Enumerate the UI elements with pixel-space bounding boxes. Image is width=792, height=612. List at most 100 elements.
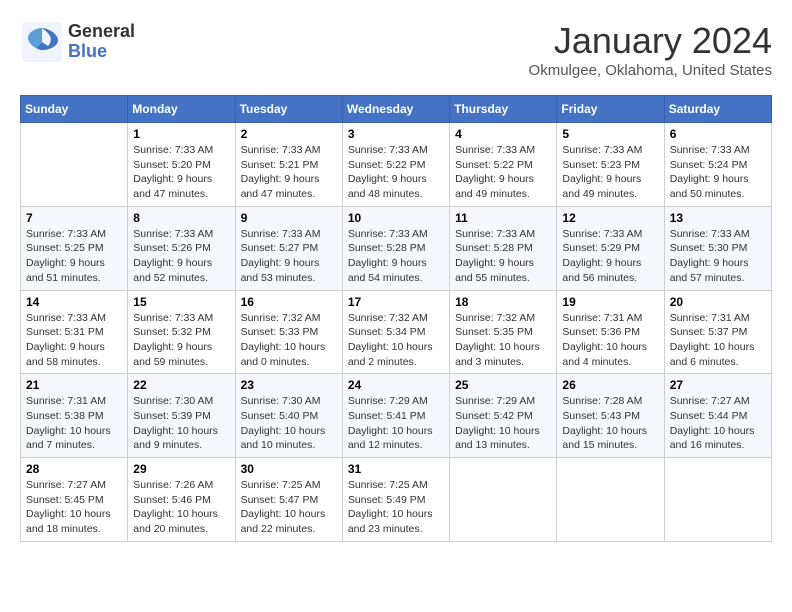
calendar-cell: 23 Sunrise: 7:30 AM Sunset: 5:40 PM Dayli… — [235, 374, 342, 458]
day-number: 17 — [348, 295, 444, 309]
day-number: 28 — [26, 462, 122, 476]
day-info: Sunrise: 7:32 AM Sunset: 5:33 PM Dayligh… — [241, 311, 337, 370]
day-info: Sunrise: 7:33 AM Sunset: 5:26 PM Dayligh… — [133, 227, 229, 286]
calendar-week-row: 7 Sunrise: 7:33 AM Sunset: 5:25 PM Daylig… — [21, 206, 772, 290]
day-number: 14 — [26, 295, 122, 309]
day-info: Sunrise: 7:27 AM Sunset: 5:44 PM Dayligh… — [670, 394, 766, 453]
day-info: Sunrise: 7:25 AM Sunset: 5:49 PM Dayligh… — [348, 478, 444, 537]
day-info: Sunrise: 7:30 AM Sunset: 5:40 PM Dayligh… — [241, 394, 337, 453]
day-number: 16 — [241, 295, 337, 309]
calendar-cell: 17 Sunrise: 7:32 AM Sunset: 5:34 PM Dayli… — [342, 290, 449, 374]
day-number: 23 — [241, 378, 337, 392]
logo-general: General — [68, 22, 135, 42]
location: Okmulgee, Oklahoma, United States — [529, 62, 772, 79]
calendar-cell — [557, 458, 664, 542]
logo-text: General Blue — [68, 22, 135, 62]
calendar-body: 1 Sunrise: 7:33 AM Sunset: 5:20 PM Daylig… — [21, 123, 772, 542]
calendar-cell: 2 Sunrise: 7:33 AM Sunset: 5:21 PM Daylig… — [235, 123, 342, 207]
calendar-cell: 10 Sunrise: 7:33 AM Sunset: 5:28 PM Dayli… — [342, 206, 449, 290]
calendar-cell: 11 Sunrise: 7:33 AM Sunset: 5:28 PM Dayli… — [450, 206, 557, 290]
calendar-day-header: Sunday — [21, 96, 128, 123]
calendar-day-header: Wednesday — [342, 96, 449, 123]
calendar-cell — [21, 123, 128, 207]
day-info: Sunrise: 7:33 AM Sunset: 5:22 PM Dayligh… — [455, 143, 551, 202]
day-info: Sunrise: 7:33 AM Sunset: 5:28 PM Dayligh… — [348, 227, 444, 286]
day-info: Sunrise: 7:33 AM Sunset: 5:25 PM Dayligh… — [26, 227, 122, 286]
day-number: 19 — [562, 295, 658, 309]
calendar-cell: 18 Sunrise: 7:32 AM Sunset: 5:35 PM Dayli… — [450, 290, 557, 374]
day-info: Sunrise: 7:32 AM Sunset: 5:35 PM Dayligh… — [455, 311, 551, 370]
day-info: Sunrise: 7:33 AM Sunset: 5:20 PM Dayligh… — [133, 143, 229, 202]
day-info: Sunrise: 7:33 AM Sunset: 5:22 PM Dayligh… — [348, 143, 444, 202]
calendar-week-row: 14 Sunrise: 7:33 AM Sunset: 5:31 PM Dayli… — [21, 290, 772, 374]
calendar-day-header: Friday — [557, 96, 664, 123]
day-info: Sunrise: 7:31 AM Sunset: 5:38 PM Dayligh… — [26, 394, 122, 453]
day-info: Sunrise: 7:33 AM Sunset: 5:23 PM Dayligh… — [562, 143, 658, 202]
calendar-day-header: Tuesday — [235, 96, 342, 123]
day-number: 3 — [348, 127, 444, 141]
day-info: Sunrise: 7:31 AM Sunset: 5:37 PM Dayligh… — [670, 311, 766, 370]
calendar-cell: 27Sunrise: 7:27 AM Sunset: 5:44 PM Dayli… — [664, 374, 771, 458]
day-info: Sunrise: 7:32 AM Sunset: 5:34 PM Dayligh… — [348, 311, 444, 370]
calendar-cell: 8Sunrise: 7:33 AM Sunset: 5:26 PM Daylig… — [128, 206, 235, 290]
calendar-cell: 9 Sunrise: 7:33 AM Sunset: 5:27 PM Daylig… — [235, 206, 342, 290]
day-number: 21 — [26, 378, 122, 392]
day-number: 7 — [26, 211, 122, 225]
calendar-header-row: SundayMondayTuesdayWednesdayThursdayFrid… — [21, 96, 772, 123]
calendar-cell: 16 Sunrise: 7:32 AM Sunset: 5:33 PM Dayli… — [235, 290, 342, 374]
day-number: 25 — [455, 378, 551, 392]
day-info: Sunrise: 7:30 AM Sunset: 5:39 PM Dayligh… — [133, 394, 229, 453]
day-number: 5 — [562, 127, 658, 141]
day-number: 13 — [670, 211, 766, 225]
day-number: 22 — [133, 378, 229, 392]
day-number: 1 — [133, 127, 229, 141]
day-number: 15 — [133, 295, 229, 309]
calendar-day-header: Thursday — [450, 96, 557, 123]
day-number: 2 — [241, 127, 337, 141]
month-year: January 2024 — [529, 20, 772, 62]
calendar-cell: 21 Sunrise: 7:31 AM Sunset: 5:38 PM Dayli… — [21, 374, 128, 458]
calendar-cell: 24Sunrise: 7:29 AM Sunset: 5:41 PM Dayli… — [342, 374, 449, 458]
day-number: 30 — [241, 462, 337, 476]
calendar-week-row: 21 Sunrise: 7:31 AM Sunset: 5:38 PM Dayli… — [21, 374, 772, 458]
calendar-cell: 3 Sunrise: 7:33 AM Sunset: 5:22 PM Daylig… — [342, 123, 449, 207]
calendar-week-row: 1 Sunrise: 7:33 AM Sunset: 5:20 PM Daylig… — [21, 123, 772, 207]
day-info: Sunrise: 7:27 AM Sunset: 5:45 PM Dayligh… — [26, 478, 122, 537]
day-info: Sunrise: 7:33 AM Sunset: 5:27 PM Dayligh… — [241, 227, 337, 286]
page-header: General Blue January 2024 Okmulgee, Okla… — [20, 20, 772, 79]
day-info: Sunrise: 7:33 AM Sunset: 5:30 PM Dayligh… — [670, 227, 766, 286]
day-number: 10 — [348, 211, 444, 225]
day-number: 11 — [455, 211, 551, 225]
logo-blue: Blue — [68, 42, 135, 62]
day-number: 12 — [562, 211, 658, 225]
calendar-cell: 12Sunrise: 7:33 AM Sunset: 5:29 PM Dayli… — [557, 206, 664, 290]
day-number: 4 — [455, 127, 551, 141]
calendar-cell: 6Sunrise: 7:33 AM Sunset: 5:24 PM Daylig… — [664, 123, 771, 207]
day-info: Sunrise: 7:33 AM Sunset: 5:24 PM Dayligh… — [670, 143, 766, 202]
day-info: Sunrise: 7:33 AM Sunset: 5:32 PM Dayligh… — [133, 311, 229, 370]
day-info: Sunrise: 7:33 AM Sunset: 5:31 PM Dayligh… — [26, 311, 122, 370]
day-number: 18 — [455, 295, 551, 309]
logo: General Blue — [20, 20, 135, 64]
calendar-cell: 7 Sunrise: 7:33 AM Sunset: 5:25 PM Daylig… — [21, 206, 128, 290]
day-number: 26 — [562, 378, 658, 392]
day-number: 9 — [241, 211, 337, 225]
calendar-cell: 15 Sunrise: 7:33 AM Sunset: 5:32 PM Dayli… — [128, 290, 235, 374]
day-info: Sunrise: 7:29 AM Sunset: 5:42 PM Dayligh… — [455, 394, 551, 453]
day-number: 31 — [348, 462, 444, 476]
calendar-cell: 26Sunrise: 7:28 AM Sunset: 5:43 PM Dayli… — [557, 374, 664, 458]
calendar-cell: 14 Sunrise: 7:33 AM Sunset: 5:31 PM Dayli… — [21, 290, 128, 374]
calendar-day-header: Monday — [128, 96, 235, 123]
day-number: 29 — [133, 462, 229, 476]
calendar-day-header: Saturday — [664, 96, 771, 123]
calendar-cell: 31 Sunrise: 7:25 AM Sunset: 5:49 PM Dayli… — [342, 458, 449, 542]
calendar-cell: 29Sunrise: 7:26 AM Sunset: 5:46 PM Dayli… — [128, 458, 235, 542]
calendar-table: SundayMondayTuesdayWednesdayThursdayFrid… — [20, 95, 772, 542]
calendar-cell: 13 Sunrise: 7:33 AM Sunset: 5:30 PM Dayli… — [664, 206, 771, 290]
calendar-cell: 30Sunrise: 7:25 AM Sunset: 5:47 PM Dayli… — [235, 458, 342, 542]
day-info: Sunrise: 7:33 AM Sunset: 5:28 PM Dayligh… — [455, 227, 551, 286]
title-block: January 2024 Okmulgee, Oklahoma, United … — [529, 20, 772, 79]
day-info: Sunrise: 7:33 AM Sunset: 5:21 PM Dayligh… — [241, 143, 337, 202]
calendar-cell: 20Sunrise: 7:31 AM Sunset: 5:37 PM Dayli… — [664, 290, 771, 374]
calendar-cell: 22 Sunrise: 7:30 AM Sunset: 5:39 PM Dayli… — [128, 374, 235, 458]
